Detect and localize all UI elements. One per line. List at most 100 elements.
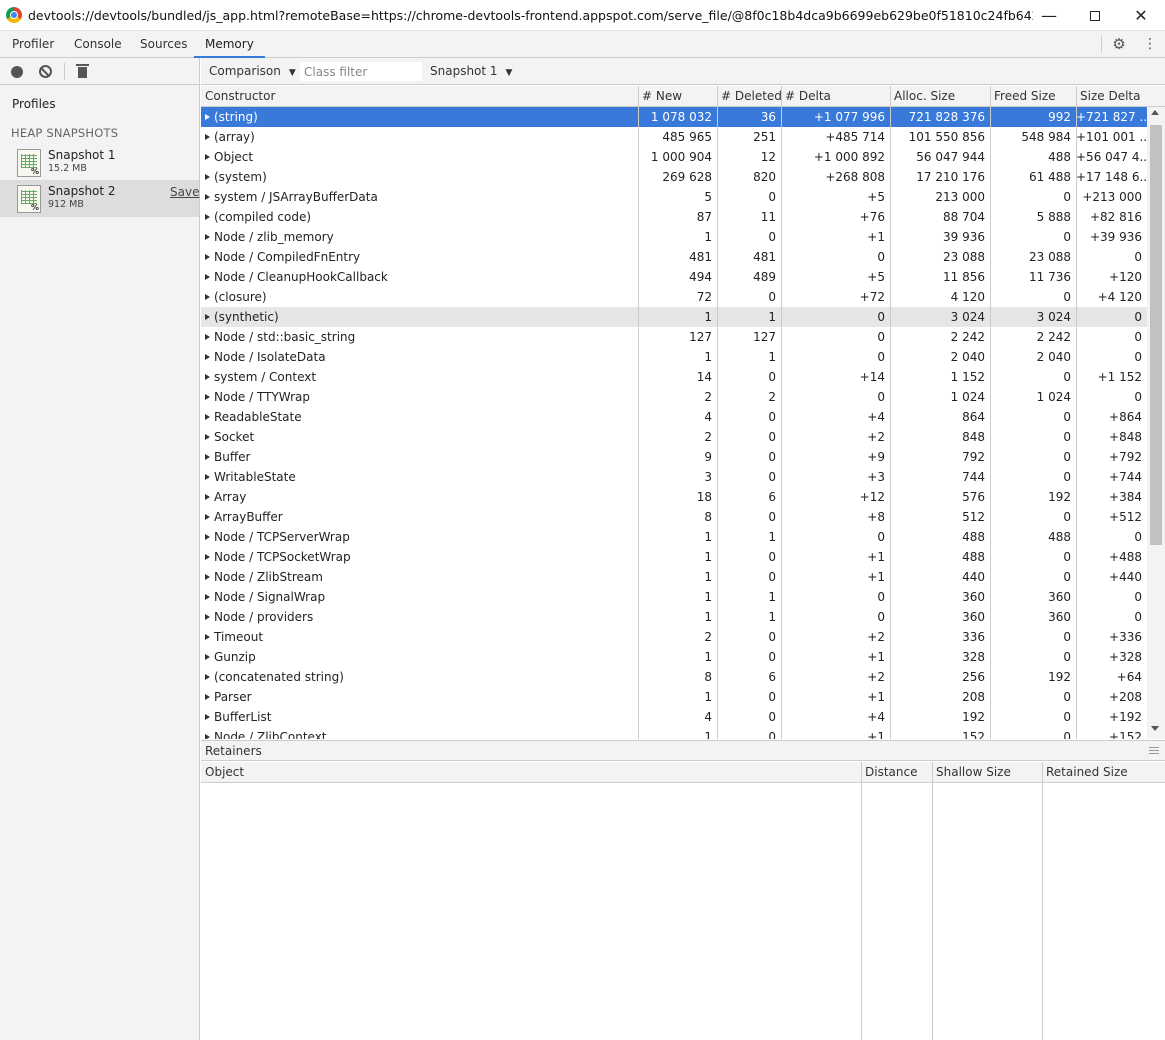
expand-triangle-icon[interactable] xyxy=(205,474,210,480)
expand-triangle-icon[interactable] xyxy=(205,654,210,660)
scrollbar-thumb[interactable] xyxy=(1150,125,1162,545)
header-size-delta[interactable]: Size Delta xyxy=(1076,86,1147,107)
expand-triangle-icon[interactable] xyxy=(205,374,210,380)
table-row[interactable]: Socket 2 0 +2 848 0 +848 xyxy=(201,427,1147,447)
table-row[interactable]: Node / std::basic_string 127 127 0 2 242 2 24… xyxy=(201,327,1147,347)
expand-triangle-icon[interactable] xyxy=(205,174,210,180)
close-button[interactable]: ✕ xyxy=(1118,0,1164,31)
expand-triangle-icon[interactable] xyxy=(205,614,210,620)
table-row[interactable]: Node / TCPServerWrap 1 1 0 488 488 0 xyxy=(201,527,1147,547)
tab-console[interactable]: Console xyxy=(74,31,122,58)
record-icon[interactable] xyxy=(11,66,23,78)
table-row[interactable]: BufferList 4 0 +4 192 0 +192 xyxy=(201,707,1147,727)
save-snapshot-link[interactable]: Save xyxy=(170,185,199,199)
expand-triangle-icon[interactable] xyxy=(205,694,210,700)
table-row[interactable]: Node / CleanupHookCallback 494 489 +5 11 856… xyxy=(201,267,1147,287)
table-row[interactable]: (concatenated string) 8 6 +2 256 192 +64 xyxy=(201,667,1147,687)
expand-triangle-icon[interactable] xyxy=(205,294,210,300)
expand-triangle-icon[interactable] xyxy=(205,534,210,540)
header-constructor[interactable]: Constructor xyxy=(201,86,638,107)
table-row[interactable]: Node / SignalWrap 1 1 0 360 360 0 xyxy=(201,587,1147,607)
tab-profiler[interactable]: Profiler xyxy=(12,31,54,58)
expand-triangle-icon[interactable] xyxy=(205,134,210,140)
expand-triangle-icon[interactable] xyxy=(205,214,210,220)
table-row[interactable]: Node / TTYWrap 2 2 0 1 024 1 024 0 xyxy=(201,387,1147,407)
table-row[interactable]: (closure) 72 0 +72 4 120 0 +4 120 xyxy=(201,287,1147,307)
alloc-size-cell: 39 936 xyxy=(943,230,985,244)
trash-icon[interactable] xyxy=(76,64,89,78)
table-row[interactable]: (system) 269 628 820 +268 808 17 210 176 61 4… xyxy=(201,167,1147,187)
base-snapshot-select[interactable]: Snapshot 1 ▼ xyxy=(430,58,512,85)
minimize-button[interactable]: — xyxy=(1026,0,1072,31)
table-row[interactable]: Node / zlib_memory 1 0 +1 39 936 0 +39 936 xyxy=(201,227,1147,247)
expand-triangle-icon[interactable] xyxy=(205,494,210,500)
snapshot-item[interactable]: % Snapshot 1 15.2 MB xyxy=(0,144,199,181)
header-freed-size[interactable]: Freed Size xyxy=(990,86,1076,107)
table-row[interactable]: Buffer 9 0 +9 792 0 +792 xyxy=(201,447,1147,467)
table-row[interactable]: ArrayBuffer 8 0 +8 512 0 +512 xyxy=(201,507,1147,527)
table-row[interactable]: (compiled code) 87 11 +76 88 704 5 888 +82 816 xyxy=(201,207,1147,227)
resize-grip-icon[interactable] xyxy=(1149,747,1159,754)
expand-triangle-icon[interactable] xyxy=(205,354,210,360)
expand-triangle-icon[interactable] xyxy=(205,514,210,520)
table-row[interactable]: (synthetic) 1 1 0 3 024 3 024 0 xyxy=(201,307,1147,327)
table-row[interactable]: Gunzip 1 0 +1 328 0 +328 xyxy=(201,647,1147,667)
header-distance[interactable]: Distance xyxy=(861,762,932,783)
table-row[interactable]: Node / CompiledFnEntry 481 481 0 23 088 23 08… xyxy=(201,247,1147,267)
table-row[interactable]: Object 1 000 904 12 +1 000 892 56 047 944 488… xyxy=(201,147,1147,167)
expand-triangle-icon[interactable] xyxy=(205,714,210,720)
expand-triangle-icon[interactable] xyxy=(205,274,210,280)
expand-triangle-icon[interactable] xyxy=(205,454,210,460)
expand-triangle-icon[interactable] xyxy=(205,594,210,600)
table-row-selected[interactable]: (string) 1 078 032 36 +1 077 996 721 828 376… xyxy=(201,107,1147,127)
table-row[interactable]: Node / ZlibStream 1 0 +1 440 0 +440 xyxy=(201,567,1147,587)
clear-icon[interactable] xyxy=(39,65,52,78)
view-mode-select[interactable]: Comparison ▼ xyxy=(209,58,296,85)
expand-triangle-icon[interactable] xyxy=(205,314,210,320)
table-row[interactable]: Timeout 2 0 +2 336 0 +336 xyxy=(201,627,1147,647)
expand-triangle-icon[interactable] xyxy=(205,414,210,420)
gear-icon[interactable]: ⚙ xyxy=(1111,36,1127,52)
expand-triangle-icon[interactable] xyxy=(205,254,210,260)
expand-triangle-icon[interactable] xyxy=(205,554,210,560)
freed-size-cell: 0 xyxy=(1063,730,1071,739)
more-options-icon[interactable]: ⋮ xyxy=(1143,36,1157,52)
header-delta[interactable]: # Delta xyxy=(781,86,890,107)
table-row[interactable]: Node / providers 1 1 0 360 360 0 xyxy=(201,607,1147,627)
table-row[interactable]: (array) 485 965 251 +485 714 101 550 856 548 … xyxy=(201,127,1147,147)
expand-triangle-icon[interactable] xyxy=(205,334,210,340)
expand-triangle-icon[interactable] xyxy=(205,434,210,440)
header-retained-size[interactable]: Retained Size xyxy=(1042,762,1165,783)
expand-triangle-icon[interactable] xyxy=(205,674,210,680)
table-row[interactable]: Node / ZlibContext 1 0 +1 152 0 +152 xyxy=(201,727,1147,739)
table-row[interactable]: system / JSArrayBufferData 5 0 +5 213 000 0 +2… xyxy=(201,187,1147,207)
snapshot-item-selected[interactable]: % Snapshot 2 912 MB Save xyxy=(0,180,199,217)
table-row[interactable]: WritableState 3 0 +3 744 0 +744 xyxy=(201,467,1147,487)
table-row[interactable]: ReadableState 4 0 +4 864 0 +864 xyxy=(201,407,1147,427)
header-object[interactable]: Object xyxy=(201,762,861,783)
table-row[interactable]: system / Context 14 0 +14 1 152 0 +1 152 xyxy=(201,367,1147,387)
table-row[interactable]: Parser 1 0 +1 208 0 +208 xyxy=(201,687,1147,707)
expand-triangle-icon[interactable] xyxy=(205,394,210,400)
scroll-down-icon[interactable] xyxy=(1151,726,1159,731)
table-row[interactable]: Node / IsolateData 1 1 0 2 040 2 040 0 xyxy=(201,347,1147,367)
header-new[interactable]: # New xyxy=(638,86,717,107)
table-row[interactable]: Array 18 6 +12 576 192 +384 xyxy=(201,487,1147,507)
scroll-up-icon[interactable] xyxy=(1151,110,1159,115)
expand-triangle-icon[interactable] xyxy=(205,194,210,200)
expand-triangle-icon[interactable] xyxy=(205,574,210,580)
maximize-button[interactable] xyxy=(1072,0,1118,31)
header-shallow-size[interactable]: Shallow Size xyxy=(932,762,1042,783)
expand-triangle-icon[interactable] xyxy=(205,634,210,640)
table-row[interactable]: Node / TCPSocketWrap 1 0 +1 488 0 +488 xyxy=(201,547,1147,567)
expand-triangle-icon[interactable] xyxy=(205,154,210,160)
expand-triangle-icon[interactable] xyxy=(205,234,210,240)
expand-triangle-icon[interactable] xyxy=(205,734,210,739)
header-deleted[interactable]: # Deleted xyxy=(717,86,781,107)
new-cell: 2 xyxy=(704,430,712,444)
tab-memory[interactable]: Memory xyxy=(194,31,265,58)
header-alloc-size[interactable]: Alloc. Size xyxy=(890,86,990,107)
class-filter-input[interactable] xyxy=(300,62,422,81)
tab-sources[interactable]: Sources xyxy=(140,31,187,58)
expand-triangle-icon[interactable] xyxy=(205,114,210,120)
